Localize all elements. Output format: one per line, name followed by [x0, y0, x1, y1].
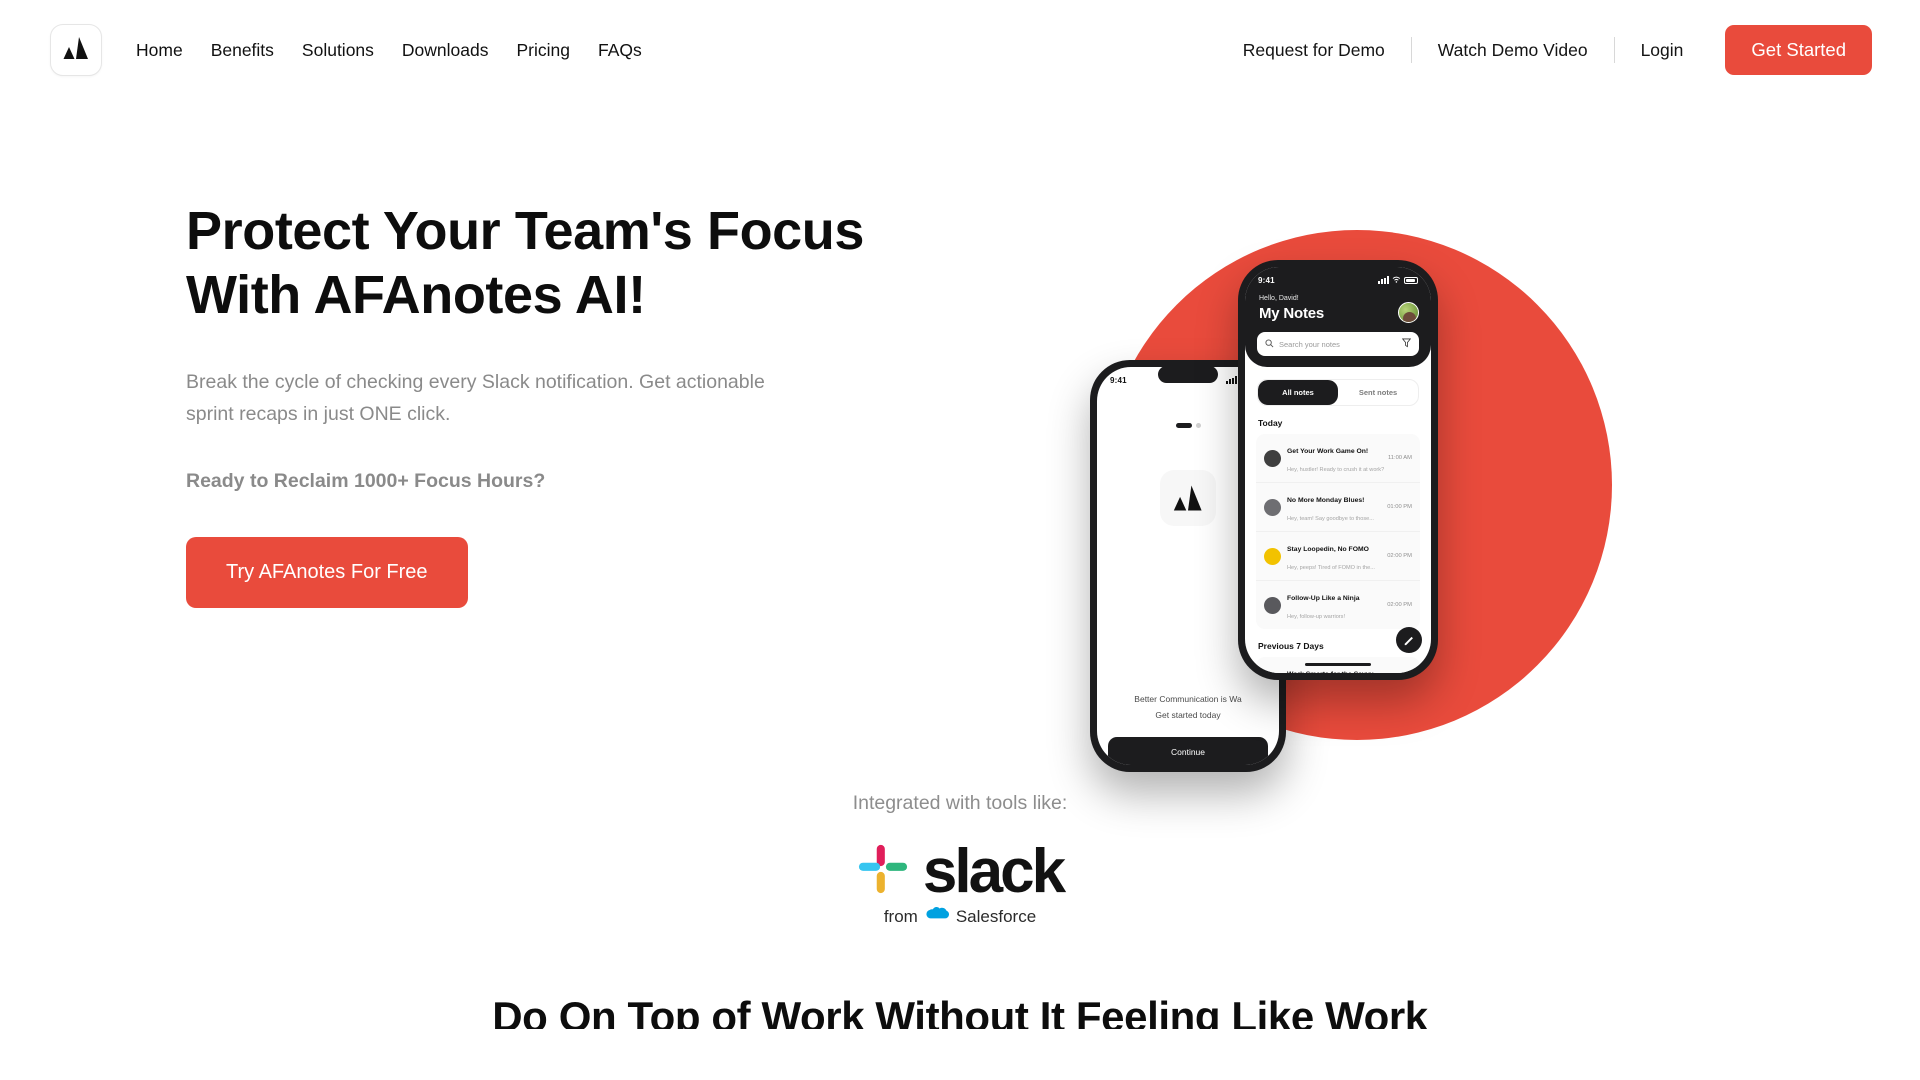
nav-item-faqs[interactable]: FAQs [598, 40, 642, 61]
signal-icon [1226, 376, 1237, 384]
nav-item-benefits[interactable]: Benefits [211, 40, 274, 61]
nav-item-home[interactable]: Home [136, 40, 183, 61]
slack-from-label: from [883, 906, 918, 926]
note-preview: Hey, follow-up warriors! [1287, 614, 1346, 620]
primary-nav: Home Benefits Solutions Downloads Pricin… [136, 40, 642, 61]
list-item[interactable]: Stay Loopedin, No FOMO Hey, peeps! Tired… [1256, 532, 1420, 581]
hero-subtext: Break the cycle of checking every Slack … [186, 371, 765, 426]
tab-all-notes[interactable]: All notes [1258, 380, 1338, 405]
status-icons [1378, 276, 1418, 285]
list-item[interactable]: No More Monday Blues! Hey, team! Say goo… [1256, 483, 1420, 532]
dot-active [1175, 423, 1192, 428]
note-time: 02:00 PM [1387, 553, 1412, 559]
try-free-button[interactable]: Try AFAnotes For Free [186, 536, 468, 608]
magnifier-icon [1265, 335, 1274, 353]
hero-ready-line: Ready to Reclaim 1000+ Focus Hours? [186, 469, 546, 492]
note-title: Follow-Up Like a Ninja [1287, 595, 1360, 602]
note-preview: Hey, peeps! Tired of FOMO in the... [1287, 565, 1375, 571]
integrations-section: Integrated with tools like: slack from S… [0, 792, 1920, 927]
phone-notch [1158, 366, 1218, 383]
slack-pinwheel-icon [857, 843, 909, 900]
pagination-dots[interactable] [1175, 423, 1201, 428]
onboarding-tagline: Better Communication is Wa Get started t… [1097, 691, 1279, 723]
note-time: 02:00 PM [1387, 602, 1412, 608]
hero-illustration: 9:41 Better Communication is Wa Get star… [1090, 210, 1650, 790]
notes-tabs: All notes Sent notes [1257, 379, 1419, 406]
tagline-line-1: Better Communication is Wa [1134, 693, 1242, 704]
afanotes-logo-icon [61, 33, 91, 68]
signal-icon [1378, 276, 1389, 284]
avatar [1264, 547, 1281, 565]
dot-inactive [1195, 423, 1201, 428]
nav-item-pricing[interactable]: Pricing [517, 40, 571, 61]
hero-copy: Protect Your Team's Focus With AFAnotes … [0, 100, 870, 760]
note-preview: Hey, team! Say goodbye to those... [1287, 516, 1374, 522]
notes-title: My Notes [1259, 304, 1325, 322]
phone-notch [1308, 266, 1368, 283]
note-title: Stay Loopedin, No FOMO [1287, 546, 1369, 553]
avatar [1264, 449, 1281, 467]
battery-icon [1404, 276, 1418, 284]
list-item[interactable]: Follow-Up Like a Ninja Hey, follow-up wa… [1256, 581, 1420, 629]
secondary-nav: Request for Demo Watch Demo Video Login … [1243, 25, 1872, 75]
hero-section: Protect Your Team's Focus With AFAnotes … [0, 100, 1920, 772]
note-title: Get Your Work Game On! [1287, 448, 1369, 455]
continue-button[interactable]: Continue [1108, 737, 1268, 765]
site-header: Home Benefits Solutions Downloads Pricin… [0, 0, 1920, 100]
tab-sent-notes[interactable]: Sent notes [1338, 380, 1418, 405]
note-title: Work Smarts for the Savvy [1287, 671, 1373, 673]
avatar [1264, 498, 1281, 516]
tagline-line-2: Get started today [1155, 709, 1221, 720]
greeting-text: Hello, David! [1259, 295, 1299, 302]
login-link[interactable]: Login [1641, 40, 1684, 61]
app-logo-icon [1160, 470, 1216, 526]
next-section: Do On Top of Work Without It Feeling Lik… [0, 993, 1920, 1029]
slack-wordmark: slack [922, 836, 1066, 906]
note-time: 11:00 AM [1387, 455, 1412, 461]
pencil-compose-icon[interactable] [1396, 627, 1422, 653]
nav-divider [1613, 37, 1615, 63]
nav-item-downloads[interactable]: Downloads [402, 40, 489, 61]
request-demo-link[interactable]: Request for Demo [1243, 40, 1385, 61]
nav-divider [1410, 37, 1412, 63]
watch-demo-link[interactable]: Watch Demo Video [1438, 40, 1588, 61]
list-item[interactable]: Get Your Work Game On! Hey, hustler! Rea… [1256, 434, 1420, 483]
note-preview: Hey, hustler! Ready to crush it at work? [1287, 467, 1385, 473]
get-started-button[interactable]: Get Started [1725, 25, 1872, 75]
avatar [1264, 596, 1281, 614]
logo-button[interactable] [50, 24, 102, 76]
nav-item-solutions[interactable]: Solutions [302, 40, 374, 61]
avatar[interactable] [1398, 302, 1419, 323]
home-indicator [1305, 663, 1371, 666]
section-heading: Today [1258, 418, 1283, 428]
page-title: Protect Your Team's Focus With AFAnotes … [186, 201, 865, 325]
search-placeholder: Search your notes [1279, 339, 1340, 349]
phone-mockup-notes: 9:41 Hello, David! My Notes Search your … [1238, 260, 1438, 680]
status-time: 9:41 [1258, 275, 1275, 285]
funnel-filter-icon[interactable] [1401, 335, 1412, 353]
salesforce-label: Salesforce [955, 906, 1037, 926]
note-title: No More Monday Blues! [1287, 497, 1365, 504]
notes-section-today: Today Get Your Work Game On! Hey, hustle… [1245, 418, 1431, 629]
note-time: 01:00 PM [1387, 504, 1412, 510]
avatar [1264, 672, 1281, 673]
search-input[interactable]: Search your notes [1257, 332, 1419, 356]
integrations-label: Integrated with tools like: [852, 792, 1068, 814]
salesforce-cloud-icon [925, 906, 949, 927]
wifi-icon [1392, 276, 1401, 285]
status-time: 9:41 [1110, 375, 1127, 385]
slack-logo: slack from Salesforce [857, 836, 1066, 927]
next-section-heading: Do On Top of Work Without It Feeling Lik… [492, 993, 1428, 1029]
